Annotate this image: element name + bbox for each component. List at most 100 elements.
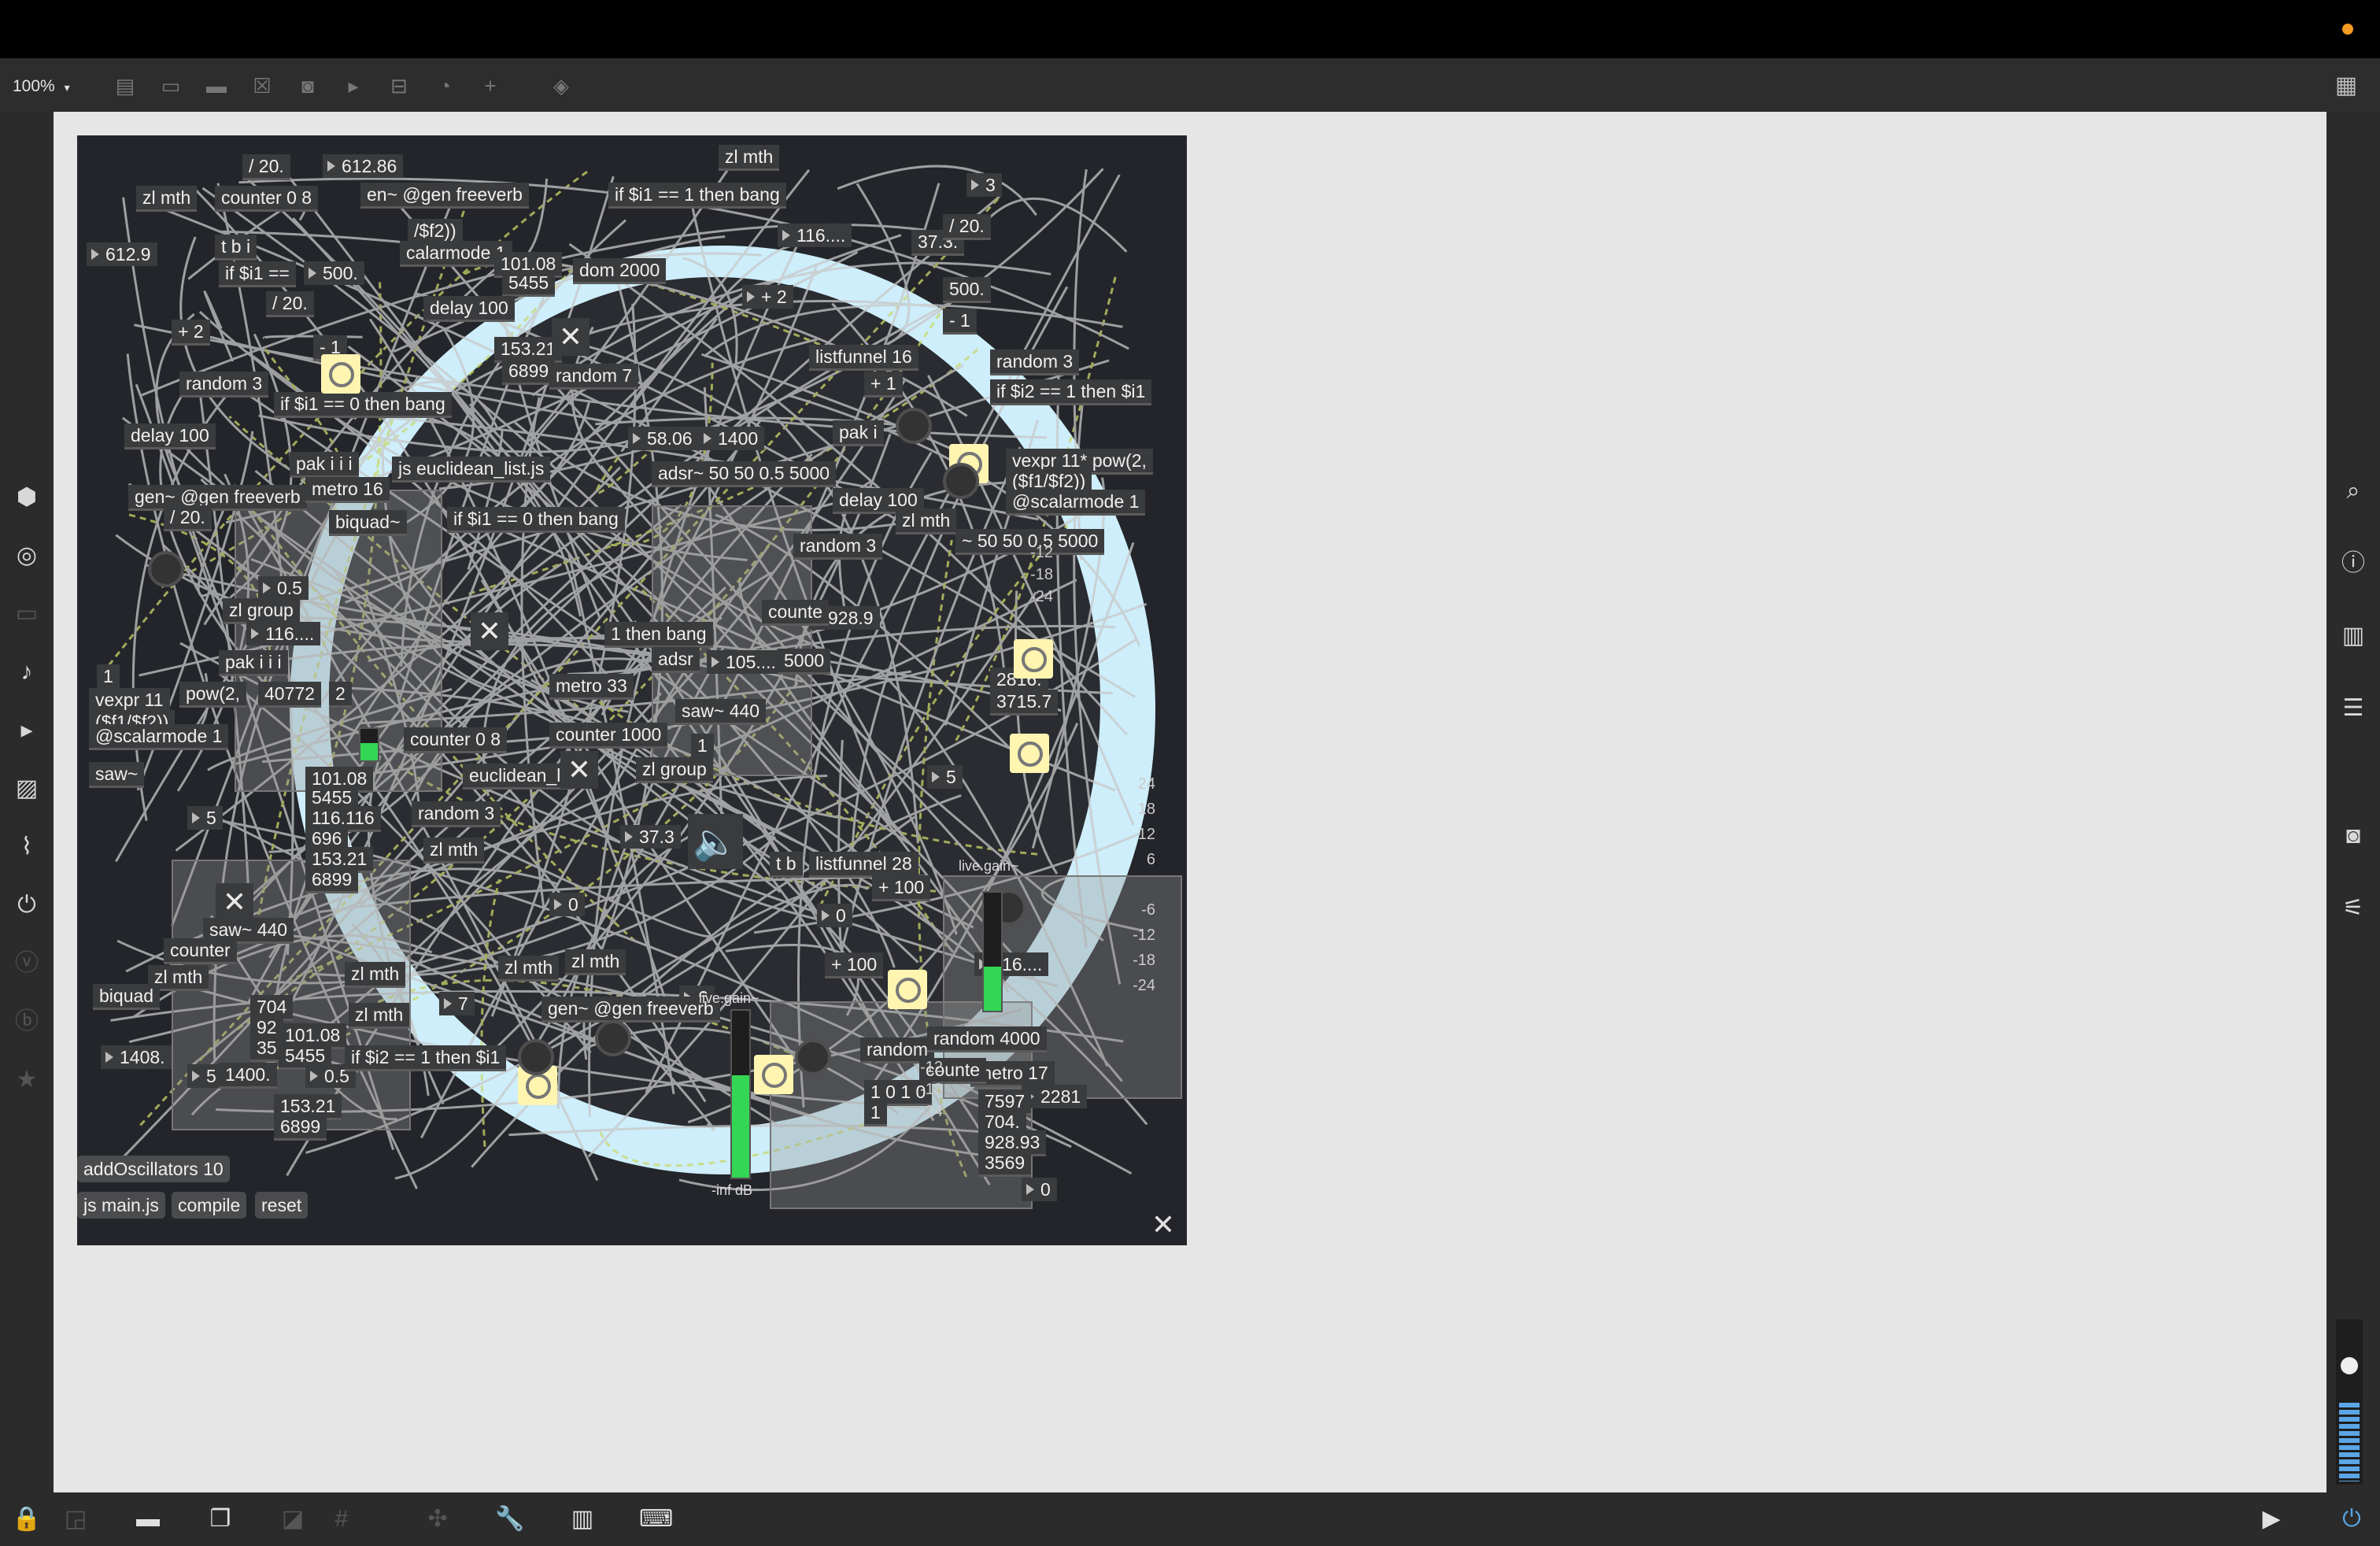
max-object-box[interactable]: delay 100 xyxy=(124,423,216,449)
speaker-icon[interactable]: 🔈 xyxy=(688,814,743,869)
max-object-box[interactable]: adsr xyxy=(652,647,700,673)
max-object-box[interactable]: 6899 xyxy=(502,359,556,385)
max-object-box[interactable]: random 7 xyxy=(549,364,639,390)
max-object-box[interactable]: counter xyxy=(164,938,237,964)
number-box[interactable]: 0 xyxy=(1022,1178,1057,1201)
zoom-dropdown[interactable]: 100% ▾ xyxy=(13,77,70,96)
max-object-box[interactable]: + 1 xyxy=(864,372,903,398)
grid-view-icon[interactable]: ▦ xyxy=(2330,71,2363,101)
number-box[interactable]: 0 xyxy=(549,893,585,916)
toggle-x-icon[interactable]: ✕ xyxy=(552,318,589,356)
max-object-box[interactable]: random 3 xyxy=(179,372,269,398)
circle-button[interactable] xyxy=(943,463,979,499)
max-object-box[interactable]: 500. xyxy=(943,277,991,303)
max-object-box[interactable]: adsr~ 50 50 0.5 5000 xyxy=(652,461,837,487)
mute-icon[interactable]: ◪ xyxy=(277,1503,309,1535)
reset-message[interactable]: reset xyxy=(255,1192,309,1219)
max-object-box[interactable]: - 1 xyxy=(943,309,977,335)
list-icon[interactable]: ☰ xyxy=(2338,693,2369,724)
max-object-box[interactable]: en~ @gen freeverb xyxy=(360,183,529,209)
target-icon[interactable]: ◎ xyxy=(11,540,42,571)
plug-icon[interactable]: ⏻ xyxy=(11,890,42,921)
number-box[interactable]: 116.... xyxy=(246,622,321,645)
max-object-box[interactable]: pow(2, xyxy=(179,682,247,708)
patcher-window[interactable]: / 20. 612.86 zl mth counter 0 8 en~ @gen fre… xyxy=(77,135,1187,1245)
max-object-box[interactable]: random 3 xyxy=(412,801,501,827)
max-object-box[interactable]: if $i1 == xyxy=(219,261,296,287)
toggle-x-icon[interactable]: ✕ xyxy=(471,612,508,650)
js-main-object[interactable]: js main.js xyxy=(77,1192,165,1219)
bang-button[interactable] xyxy=(888,970,927,1009)
max-object-box[interactable]: + 100 xyxy=(872,875,931,901)
circle-button[interactable] xyxy=(896,408,932,444)
bang-button[interactable] xyxy=(1014,639,1053,679)
max-object-box[interactable]: listfunnel 28 xyxy=(809,852,918,878)
number-box[interactable]: 0.5 xyxy=(258,576,309,600)
max-object-box[interactable]: @scalarmode 1 xyxy=(89,724,229,750)
number-box[interactable]: 7 xyxy=(439,992,475,1015)
max-object-box[interactable]: / 20. xyxy=(266,291,314,317)
live-gain-meter[interactable] xyxy=(982,891,1003,1012)
number-box[interactable]: 1408. xyxy=(101,1045,172,1069)
max-object-box[interactable]: js euclidean_list.js xyxy=(392,457,551,483)
live-gain-meter[interactable] xyxy=(730,1009,751,1179)
max-object-box[interactable]: / 20. xyxy=(242,154,290,180)
toggle-x-icon[interactable]: ✕ xyxy=(560,751,598,789)
snapshot-icon[interactable]: ◙ xyxy=(2338,820,2369,852)
max-object-box[interactable]: zl mth xyxy=(136,186,198,212)
number-box[interactable]: 5 xyxy=(187,1064,223,1088)
max-object-box[interactable]: + 2 xyxy=(172,320,210,346)
search-icon[interactable]: ⌕ xyxy=(2338,475,2369,507)
max-object-box[interactable]: zl mth xyxy=(896,509,957,534)
max-object-box[interactable]: zl group xyxy=(223,598,300,624)
pointer-icon[interactable]: ✣ xyxy=(422,1503,453,1535)
max-object-box[interactable]: 1 then bang xyxy=(604,622,713,648)
max-object-box[interactable]: metro 33 xyxy=(549,674,634,700)
message-icon[interactable]: ▬ xyxy=(203,72,230,99)
max-object-box[interactable]: zl mth xyxy=(565,949,626,975)
number-box[interactable]: 3 xyxy=(966,173,1002,197)
close-icon[interactable]: ✕ xyxy=(1148,1209,1179,1241)
max-object-box[interactable]: 6899 xyxy=(274,1115,327,1141)
circle-button[interactable] xyxy=(795,1039,831,1075)
max-object-box[interactable]: t b xyxy=(770,852,803,878)
max-object-box[interactable]: biquad~ xyxy=(329,510,407,536)
play-icon[interactable]: ▶ xyxy=(2256,1503,2287,1535)
keyboard-icon[interactable]: ⌨ xyxy=(639,1503,673,1535)
paint-bucket-icon[interactable]: ◈ xyxy=(548,72,575,99)
number-box[interactable]: + 2 xyxy=(742,285,793,309)
max-object-box[interactable]: pak i i i xyxy=(290,452,359,478)
circle-button[interactable] xyxy=(148,551,184,587)
number-box-icon[interactable]: ▸ xyxy=(340,72,367,99)
max-object-box[interactable]: counter 1000 xyxy=(549,723,668,749)
max-object-box[interactable]: if $i2 == 1 then $i1 xyxy=(990,379,1152,405)
max-object-box[interactable]: 2 xyxy=(329,682,352,708)
max-object-box[interactable]: zl mth xyxy=(498,956,560,982)
max-object-box[interactable]: listfunnel 16 xyxy=(809,345,918,371)
max-object-box[interactable]: pak i i i xyxy=(219,650,288,676)
max-object-box[interactable]: biquad xyxy=(93,984,161,1010)
master-volume-slider[interactable] xyxy=(2336,1319,2363,1485)
music-note-icon[interactable]: ♪ xyxy=(11,656,42,688)
max-object-box[interactable]: delay 100 xyxy=(423,296,515,322)
number-box[interactable]: 105.... xyxy=(707,650,782,674)
max-object-box[interactable]: zl mth xyxy=(349,1003,410,1029)
bang-button[interactable] xyxy=(754,1055,793,1094)
attach-icon[interactable]: ⌇ xyxy=(11,831,42,863)
split-view-icon[interactable]: ▥ xyxy=(2338,620,2369,652)
max-object-box[interactable]: 1400. xyxy=(219,1063,277,1089)
max-object-box[interactable]: euclidean_li xyxy=(463,764,571,790)
windows-icon[interactable]: ❐ xyxy=(205,1503,236,1535)
add-icon[interactable]: + xyxy=(477,72,504,99)
max-object-box[interactable]: 1 xyxy=(97,664,120,690)
max-object-box[interactable]: pak i xyxy=(833,420,884,446)
live-gain-meter[interactable] xyxy=(359,727,379,762)
number-box[interactable]: 2281 xyxy=(1022,1085,1088,1108)
max-object-box[interactable]: + 100 xyxy=(825,952,884,978)
max-object-box[interactable]: random 3 xyxy=(990,350,1080,375)
number-box[interactable]: 58.06 xyxy=(628,427,699,450)
max-object-box[interactable]: metro 16 xyxy=(305,477,390,503)
number-box[interactable]: 612.9 xyxy=(87,242,157,266)
max-object-box[interactable]: 40772 xyxy=(258,682,321,708)
wrench-icon[interactable]: 🔧 xyxy=(494,1503,526,1535)
